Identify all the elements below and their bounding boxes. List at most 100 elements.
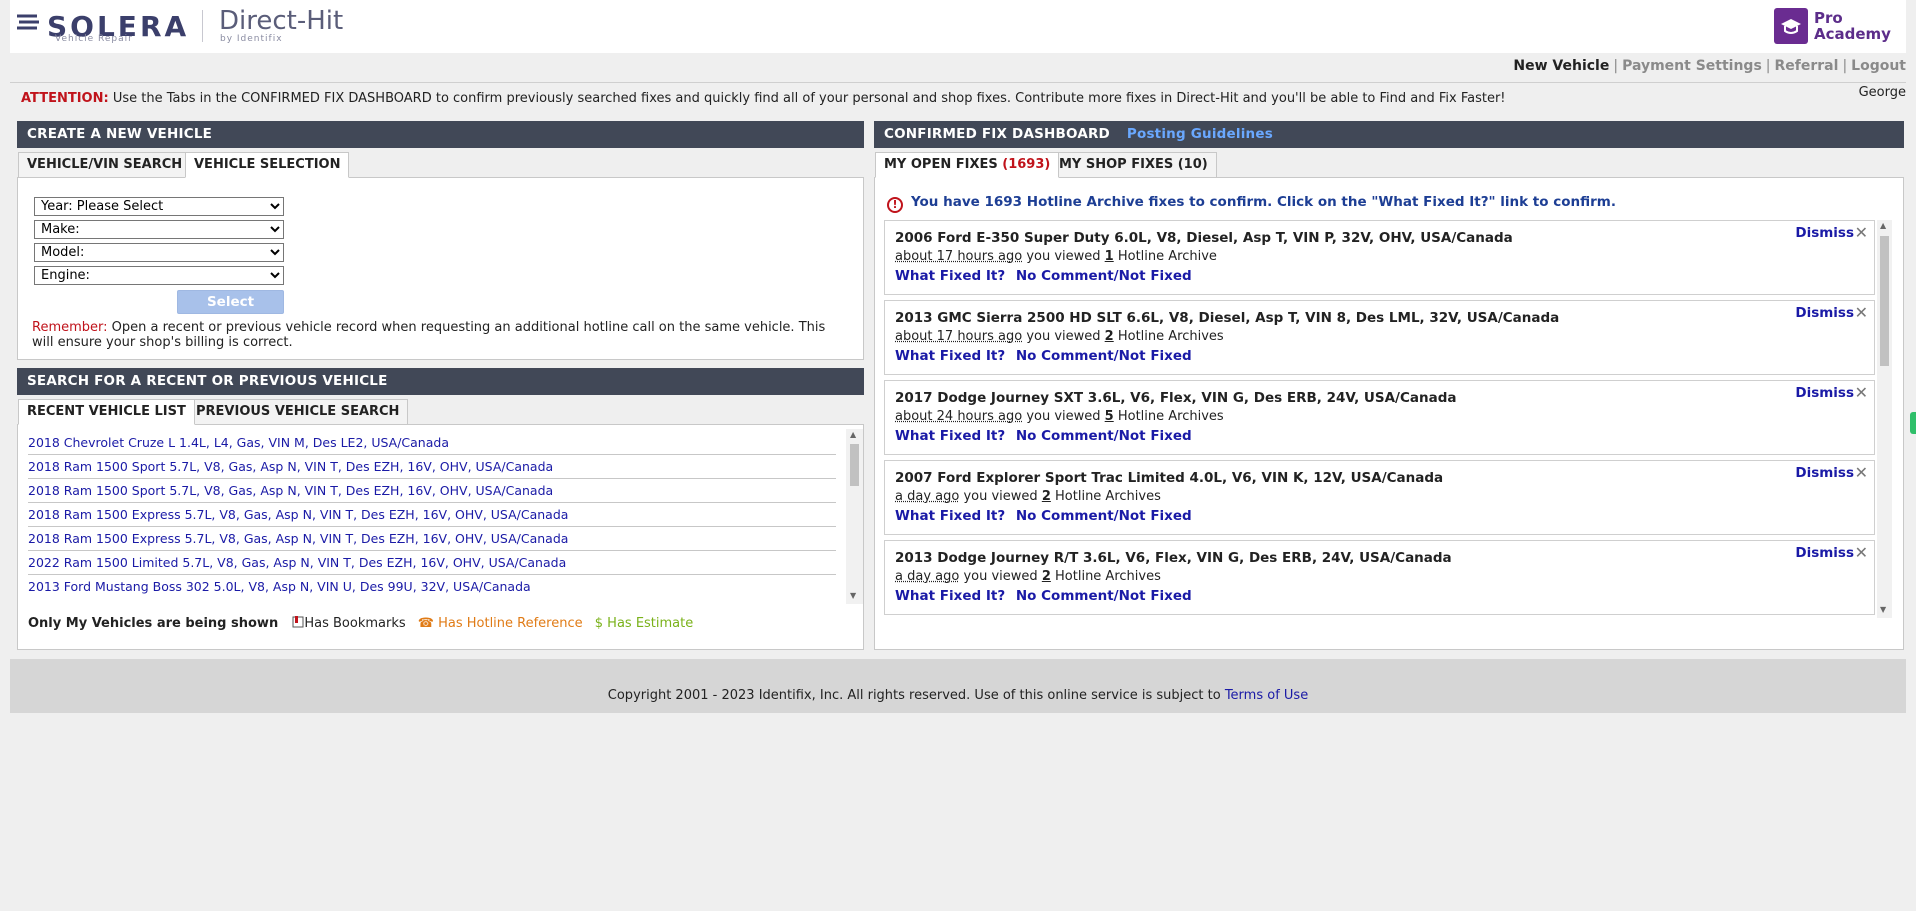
brand-subtitle: Vehicle Repair <box>55 34 133 44</box>
fix-vehicle: 2007 Ford Explorer Sport Trac Limited 4.… <box>895 470 1444 486</box>
vehicle-legend: Only My Vehicles are being shown Has Boo… <box>28 616 693 631</box>
tab-my-shop-fixes[interactable]: MY SHOP FIXES (10) <box>1050 152 1217 178</box>
nav-referral[interactable]: Referral <box>1775 58 1839 74</box>
fixes-info-message: ! You have 1693 Hotline Archive fixes to … <box>887 194 1616 213</box>
header-divider <box>202 10 203 42</box>
fix-actions: What Fixed It? No Comment/Not Fixed <box>895 268 1198 284</box>
legend-hotline: ☎ Has Hotline Reference <box>417 616 583 631</box>
list-item[interactable]: 2013 Ford Mustang Boss 302 5.0L, V8, Asp… <box>28 575 836 599</box>
attention-text: Use the Tabs in the CONFIRMED FIX DASHBO… <box>112 91 1506 106</box>
bookmark-icon <box>292 616 304 628</box>
fix-meta: a day ago you viewed 2 Hotline Archives <box>895 489 1161 504</box>
fix-card: 2006 Ford E-350 Super Duty 6.0L, V8, Die… <box>884 220 1875 295</box>
solera-logo[interactable]: SOLERA Vehicle Repair <box>15 10 195 46</box>
feedback-tab[interactable] <box>1910 412 1916 434</box>
list-item[interactable]: 2018 Ram 1500 Express 5.7L, V8, Gas, Asp… <box>28 503 836 527</box>
vehicle-link[interactable]: 2013 Ford Mustang Boss 302 5.0L, V8, Asp… <box>28 579 531 594</box>
vehicle-link[interactable]: 2018 Ram 1500 Sport 5.7L, V8, Gas, Asp N… <box>28 459 553 474</box>
engine-select[interactable]: Engine: <box>34 266 284 285</box>
list-item[interactable]: 2018 Ram 1500 Sport 5.7L, V8, Gas, Asp N… <box>28 455 836 479</box>
fix-actions: What Fixed It? No Comment/Not Fixed <box>895 348 1198 364</box>
fix-card: 2017 Dodge Journey SXT 3.6L, V6, Flex, V… <box>884 380 1875 455</box>
list-item[interactable]: 2018 Ram 1500 Express 5.7L, V8, Gas, Asp… <box>28 527 836 551</box>
fix-card: 2013 Dodge Journey R/T 3.6L, V6, Flex, V… <box>884 540 1875 615</box>
list-item[interactable]: 2018 Chevrolet Cruze L 1.4L, L4, Gas, VI… <box>28 431 836 455</box>
product-name: Direct-Hit <box>219 6 344 36</box>
vehicle-link[interactable]: 2018 Ram 1500 Sport 5.7L, V8, Gas, Asp N… <box>28 483 553 498</box>
dismiss-link[interactable]: Dismiss <box>1795 465 1854 481</box>
close-icon[interactable]: ✕ <box>1855 303 1868 322</box>
nav-payment-settings[interactable]: Payment Settings <box>1622 58 1762 74</box>
header-rule <box>10 82 1906 83</box>
scroll-thumb[interactable] <box>850 444 859 486</box>
model-select[interactable]: Model: <box>34 243 284 262</box>
tab-previous-vehicle-search[interactable]: PREVIOUS VEHICLE SEARCH <box>187 399 409 425</box>
no-comment-link[interactable]: No Comment/Not Fixed <box>1016 268 1192 284</box>
alert-icon: ! <box>887 197 903 213</box>
vehicle-list-scrollbar[interactable]: ▲ ▼ <box>846 429 863 604</box>
what-fixed-it-link[interactable]: What Fixed It? <box>895 588 1005 604</box>
search-vehicle-header: SEARCH FOR A RECENT OR PREVIOUS VEHICLE <box>17 368 864 395</box>
remember-text: Open a recent or previous vehicle record… <box>32 320 826 350</box>
scroll-down-icon[interactable]: ▼ <box>850 591 856 600</box>
recent-vehicle-list: 2018 Chevrolet Cruze L 1.4L, L4, Gas, VI… <box>18 427 846 605</box>
dashboard-header: CONFIRMED FIX DASHBOARD Posting Guidelin… <box>874 121 1904 148</box>
legend-bookmarks: Has Bookmarks <box>292 616 409 631</box>
fixes-scrollbar[interactable]: ▲ ▼ <box>1877 220 1892 618</box>
fix-meta: a day ago you viewed 2 Hotline Archives <box>895 569 1161 584</box>
no-comment-link[interactable]: No Comment/Not Fixed <box>1016 428 1192 444</box>
copyright-text: Copyright 2001 - 2023 Identifix, Inc. Al… <box>607 688 1221 703</box>
fix-card: 2007 Ford Explorer Sport Trac Limited 4.… <box>884 460 1875 535</box>
solera-mark-icon <box>17 14 39 30</box>
vehicle-link[interactable]: 2018 Ram 1500 Express 5.7L, V8, Gas, Asp… <box>28 531 568 546</box>
vehicle-link[interactable]: 2018 Ram 1500 Express 5.7L, V8, Gas, Asp… <box>28 507 568 522</box>
tab-recent-vehicle-list[interactable]: RECENT VEHICLE LIST <box>18 399 195 425</box>
dismiss-link[interactable]: Dismiss <box>1795 305 1854 321</box>
make-select[interactable]: Make: <box>34 220 284 239</box>
what-fixed-it-link[interactable]: What Fixed It? <box>895 268 1005 284</box>
what-fixed-it-link[interactable]: What Fixed It? <box>895 348 1005 364</box>
tab-my-open-fixes[interactable]: MY OPEN FIXES (1693) <box>875 152 1060 178</box>
no-comment-link[interactable]: No Comment/Not Fixed <box>1016 348 1192 364</box>
year-select[interactable]: Year: Please Select <box>34 197 284 216</box>
remember-note: Remember: Open a recent or previous vehi… <box>32 320 842 350</box>
nav-logout[interactable]: Logout <box>1851 58 1906 74</box>
tab-vehicle-selection[interactable]: VEHICLE SELECTION <box>185 152 350 178</box>
select-vehicle-button[interactable]: Select Vehicle <box>177 290 284 332</box>
pro-academy-label: Pro Academy <box>1814 9 1891 43</box>
fix-vehicle: 2006 Ford E-350 Super Duty 6.0L, V8, Die… <box>895 230 1513 246</box>
what-fixed-it-link[interactable]: What Fixed It? <box>895 428 1005 444</box>
footer: Copyright 2001 - 2023 Identifix, Inc. Al… <box>10 659 1906 713</box>
nav-new-vehicle[interactable]: New Vehicle <box>1513 58 1609 74</box>
pro-academy-link[interactable]: Pro Academy <box>1774 8 1894 46</box>
terms-of-use-link[interactable]: Terms of Use <box>1225 688 1308 703</box>
dismiss-link[interactable]: Dismiss <box>1795 225 1854 241</box>
close-icon[interactable]: ✕ <box>1855 383 1868 402</box>
list-item[interactable]: 2022 Ram 1500 Limited 5.7L, V8, Gas, Asp… <box>28 551 836 575</box>
posting-guidelines-link[interactable]: Posting Guidelines <box>1127 126 1273 142</box>
dashboard-title: CONFIRMED FIX DASHBOARD <box>884 126 1110 142</box>
attention-banner: ATTENTION: Use the Tabs in the CONFIRMED… <box>21 91 1506 106</box>
legend-estimate: $ Has Estimate <box>594 616 694 631</box>
only-my-vehicles-text: Only My Vehicles are being shown <box>28 616 279 631</box>
fix-meta: about 24 hours ago you viewed 5 Hotline … <box>895 409 1224 424</box>
what-fixed-it-link[interactable]: What Fixed It? <box>895 508 1005 524</box>
vehicle-link[interactable]: 2018 Chevrolet Cruze L 1.4L, L4, Gas, VI… <box>28 435 449 450</box>
open-fixes-count: (1693) <box>1002 157 1051 172</box>
no-comment-link[interactable]: No Comment/Not Fixed <box>1016 508 1192 524</box>
tab-vehicle-vin-search[interactable]: VEHICLE/VIN SEARCH <box>18 152 192 178</box>
scroll-down-icon[interactable]: ▼ <box>1880 605 1886 614</box>
scroll-up-icon[interactable]: ▲ <box>850 430 856 439</box>
list-item[interactable]: 2018 Ram 1500 Sport 5.7L, V8, Gas, Asp N… <box>28 479 836 503</box>
scroll-thumb[interactable] <box>1880 236 1889 366</box>
fix-actions: What Fixed It? No Comment/Not Fixed <box>895 508 1198 524</box>
fix-actions: What Fixed It? No Comment/Not Fixed <box>895 428 1198 444</box>
scroll-up-icon[interactable]: ▲ <box>1880 221 1886 230</box>
close-icon[interactable]: ✕ <box>1855 223 1868 242</box>
no-comment-link[interactable]: No Comment/Not Fixed <box>1016 588 1192 604</box>
close-icon[interactable]: ✕ <box>1855 463 1868 482</box>
close-icon[interactable]: ✕ <box>1855 543 1868 562</box>
dismiss-link[interactable]: Dismiss <box>1795 545 1854 561</box>
vehicle-link[interactable]: 2022 Ram 1500 Limited 5.7L, V8, Gas, Asp… <box>28 555 566 570</box>
dismiss-link[interactable]: Dismiss <box>1795 385 1854 401</box>
